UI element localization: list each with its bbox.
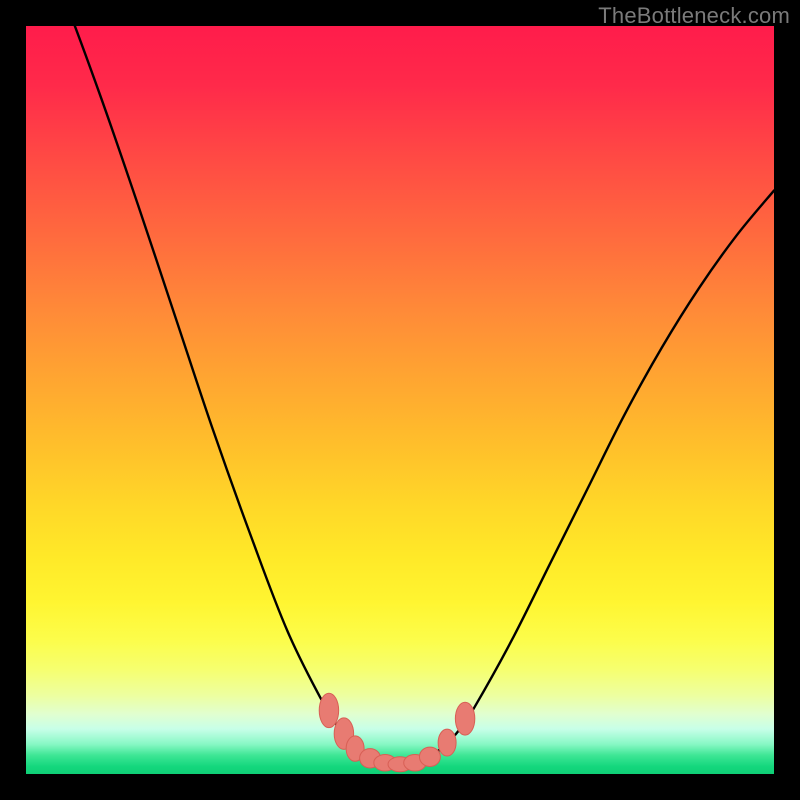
plot-area — [26, 26, 774, 774]
curve-marker — [438, 729, 456, 756]
chart-frame: TheBottleneck.com — [0, 0, 800, 800]
bottleneck-curve — [26, 0, 774, 764]
curve-markers — [319, 693, 475, 772]
curve-marker — [455, 702, 474, 735]
bottleneck-curve-svg — [26, 26, 774, 774]
curve-marker — [419, 747, 440, 766]
curve-marker — [319, 693, 338, 727]
watermark-text: TheBottleneck.com — [598, 3, 790, 29]
